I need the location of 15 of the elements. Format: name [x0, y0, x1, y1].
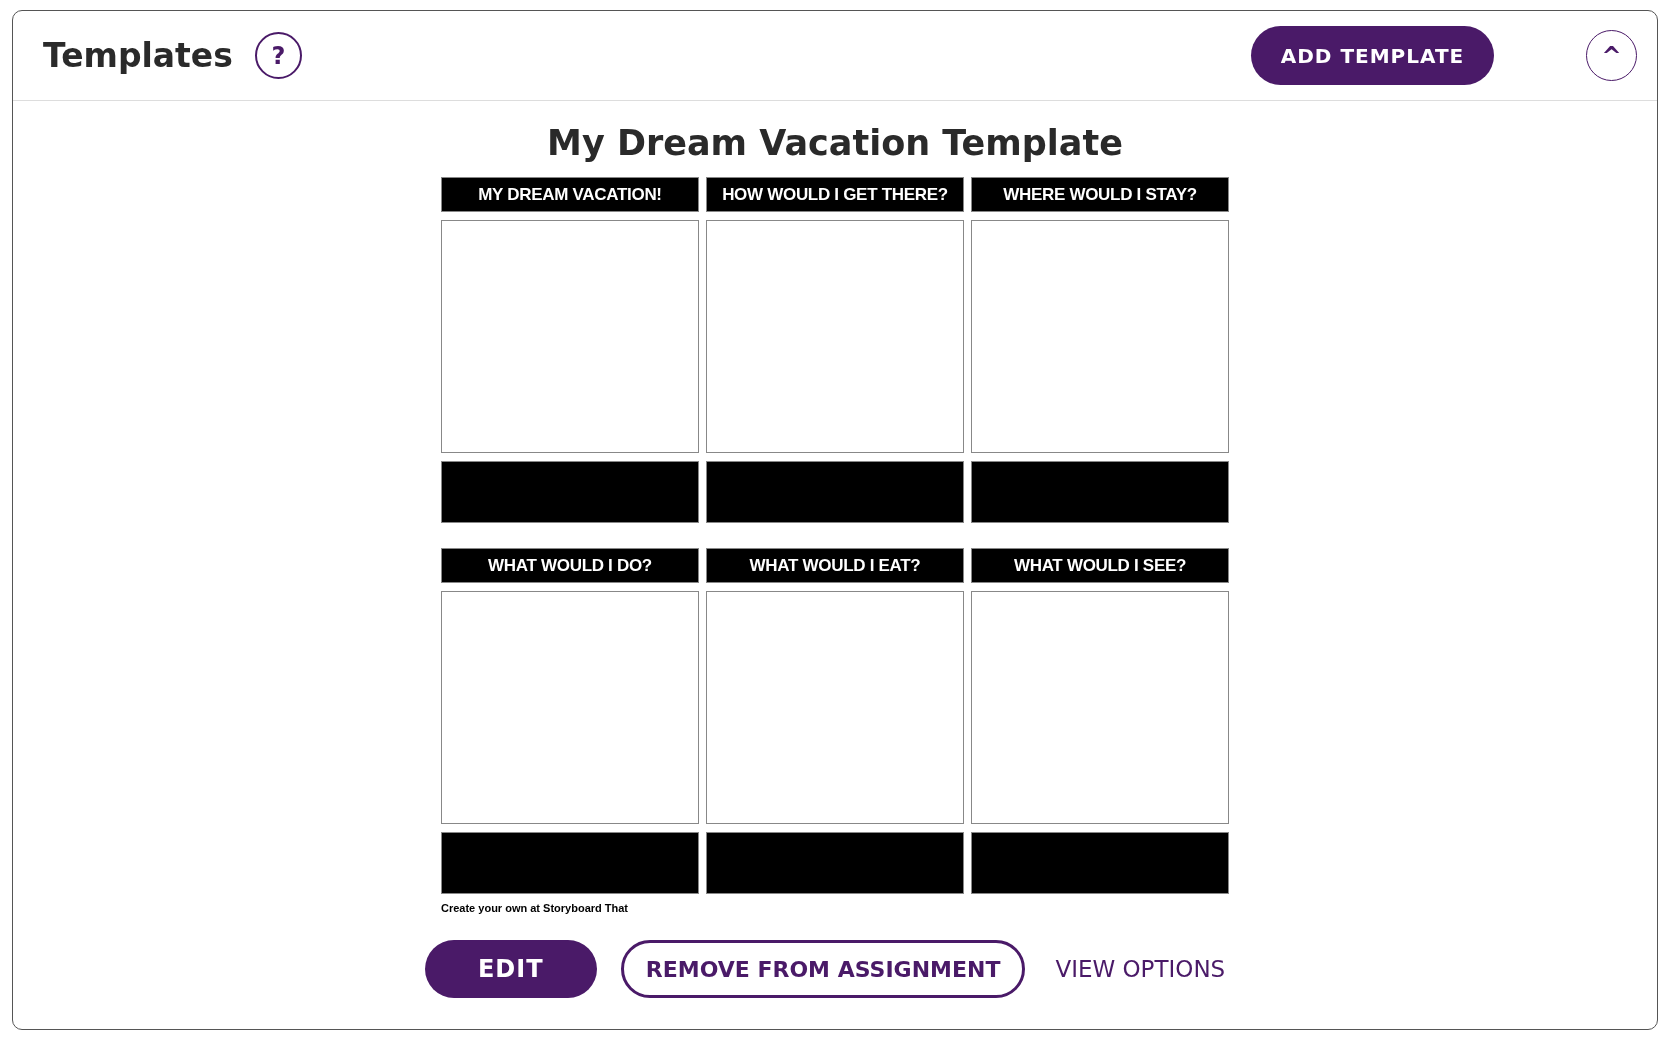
panel-heading: HOW WOULD I GET THERE?	[706, 177, 964, 212]
credit-text: Create your own at Storyboard That	[441, 902, 630, 914]
panel-heading: MY DREAM VACATION!	[441, 177, 699, 212]
panel-heading: WHAT WOULD I EAT?	[706, 548, 964, 583]
help-icon[interactable]: ?	[254, 32, 302, 79]
collapse-button[interactable]: ^	[1586, 30, 1637, 81]
panel-heading: WHAT WOULD I SEE?	[971, 548, 1229, 583]
panel-heading: WHERE WOULD I STAY?	[971, 177, 1229, 212]
section-title: Templates	[43, 36, 233, 75]
edit-button[interactable]: EDIT	[424, 940, 597, 998]
view-options-link[interactable]: VIEW OPTIONS	[1055, 956, 1226, 982]
panel-heading: WHAT WOULD I DO?	[441, 548, 699, 583]
template-title: My Dream Vacation Template	[547, 123, 1123, 163]
remove-button[interactable]: REMOVE FROM ASSIGNMENT	[620, 940, 1026, 998]
add-template-button[interactable]: ADD TEMPLATE	[1251, 26, 1494, 85]
